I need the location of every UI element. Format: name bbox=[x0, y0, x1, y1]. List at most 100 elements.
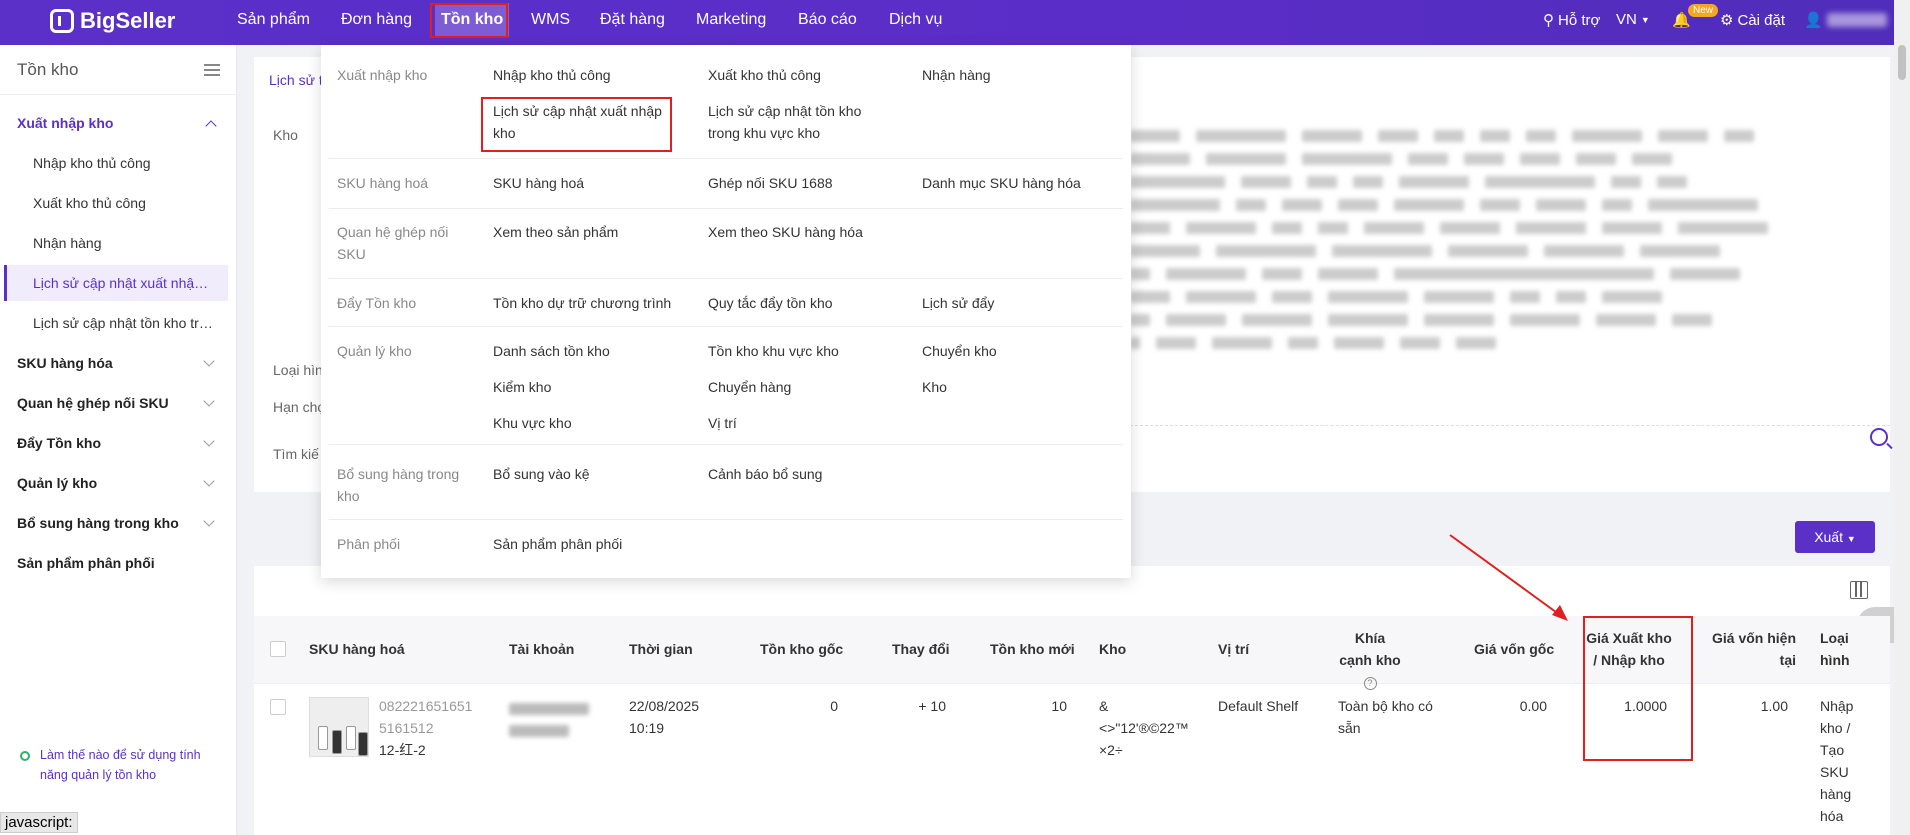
menu-ghep-noi-sku-1688[interactable]: Ghép nối SKU 1688 bbox=[708, 172, 833, 194]
row-cost-before: 0.00 bbox=[1519, 698, 1547, 714]
help-link[interactable]: ⚲ Hỗ trợ bbox=[1543, 11, 1600, 30]
tab-lich-su[interactable]: Lịch sử t bbox=[269, 72, 323, 88]
sidebar-item-xuat-kho-thu-cong[interactable]: Xuất kho thủ công bbox=[33, 195, 213, 211]
product-thumbnail[interactable] bbox=[309, 697, 369, 757]
nav-bao-cao[interactable]: Báo cáo bbox=[798, 0, 857, 45]
row-location: Default Shelf bbox=[1218, 698, 1299, 714]
menu-san-pham-phan-phoi[interactable]: Sản phẩm phân phối bbox=[493, 533, 622, 555]
row-time: 22/08/2025 10:19 bbox=[629, 698, 700, 736]
question-icon[interactable]: ? bbox=[1363, 676, 1377, 690]
col-ton-kho-goc[interactable]: Tồn kho gốc bbox=[760, 638, 843, 660]
new-badge: New bbox=[1688, 4, 1719, 17]
menu-ton-kho-khu-vuc-kho[interactable]: Tồn kho khu vực kho bbox=[708, 340, 839, 362]
menu-nhan-hang[interactable]: Nhận hàng bbox=[922, 64, 991, 86]
menu-khu-vuc-kho[interactable]: Khu vực kho bbox=[493, 412, 572, 434]
highlight-box-menu-item bbox=[481, 97, 672, 152]
settings-link[interactable]: ⚙ Cài đặt bbox=[1720, 11, 1785, 30]
user-menu[interactable]: 👤 bbox=[1804, 11, 1887, 29]
col-sku-hang-hoa[interactable]: SKU hàng hoá bbox=[309, 638, 405, 660]
annotation-arrow bbox=[1449, 534, 1568, 621]
bigseller-logo[interactable]: BigSeller bbox=[50, 8, 175, 34]
sidebar-group-bo-sung-hang[interactable]: Bổ sung hàng trong kho bbox=[17, 515, 179, 531]
filter-divider bbox=[1130, 425, 1890, 426]
row-cost-now: 1.00 bbox=[1760, 698, 1788, 714]
sidebar-group-quan-ly-kho[interactable]: Quản lý kho bbox=[17, 475, 97, 491]
menu-xem-theo-san-pham[interactable]: Xem theo sản phẩm bbox=[493, 221, 618, 243]
menu-chuyen-kho[interactable]: Chuyển kho bbox=[922, 340, 997, 362]
nav-wms[interactable]: WMS bbox=[531, 0, 570, 45]
menu-lich-su-ton-kho-khu-vuc[interactable]: Lịch sử cập nhật tồn kho trong khu vực k… bbox=[708, 100, 893, 144]
col-thay-doi[interactable]: Thay đổi bbox=[892, 638, 950, 660]
col-tai-khoan[interactable]: Tài khoản bbox=[509, 638, 574, 660]
menu-bo-sung-vao-ke[interactable]: Bổ sung vào kệ bbox=[493, 463, 590, 485]
menu-xuat-kho-thu-cong[interactable]: Xuất kho thủ công bbox=[708, 64, 821, 86]
nav-dat-hang[interactable]: Đặt hàng bbox=[600, 0, 665, 45]
menu-lich-su-day[interactable]: Lịch sử đẩy bbox=[922, 292, 994, 314]
export-button[interactable]: Xuất ▼ bbox=[1795, 521, 1875, 553]
nav-don-hang[interactable]: Đơn hàng bbox=[341, 0, 412, 45]
dropdown-category: Phân phối bbox=[337, 536, 401, 552]
menu-sku-hang-hoa[interactable]: SKU hàng hoá bbox=[493, 172, 584, 194]
sidebar-group-xuat-nhap-kho[interactable]: Xuất nhập kho bbox=[17, 115, 113, 131]
select-all-checkbox[interactable] bbox=[270, 641, 286, 657]
menu-vi-tri[interactable]: Vị trí bbox=[708, 412, 737, 434]
dropdown-category: Quản lý kho bbox=[337, 343, 412, 359]
dropdown-category: Đẩy Tồn kho bbox=[337, 295, 417, 311]
sidebar-header: Tồn kho bbox=[0, 45, 236, 95]
sidebar-item-lich-su-ton-kho[interactable]: Lịch sử cập nhật tồn kho trong khu vực k… bbox=[33, 315, 213, 331]
account-blurred bbox=[509, 699, 589, 743]
user-name-blurred bbox=[1826, 13, 1887, 27]
help-guide-link[interactable]: Làm thế nào để sử dụng tính năng quản lý… bbox=[20, 745, 220, 785]
col-ton-kho-moi[interactable]: Tồn kho mới bbox=[990, 638, 1075, 660]
ton-kho-dropdown-menu: Xuất nhập kho Nhập kho thủ công Xuất kho… bbox=[321, 45, 1131, 578]
col-gia-von-goc[interactable]: Giá vốn gốc bbox=[1474, 638, 1554, 660]
menu-danh-muc-sku[interactable]: Danh mục SKU hàng hóa bbox=[922, 172, 1081, 194]
row-checkbox[interactable] bbox=[270, 699, 286, 715]
menu-canh-bao-bo-sung[interactable]: Cảnh báo bổ sung bbox=[708, 463, 822, 485]
lightbulb-icon bbox=[20, 751, 30, 761]
row-type: Nhập kho / Tạo SKU hàng hóa bbox=[1820, 698, 1854, 824]
menu-ton-kho-du-tru[interactable]: Tồn kho dự trữ chương trình bbox=[493, 292, 671, 314]
dropdown-category: Quan hệ ghép nối SKU bbox=[337, 224, 449, 262]
dropdown-category: SKU hàng hoá bbox=[337, 175, 429, 191]
highlight-box-ton-kho bbox=[430, 3, 508, 38]
sidebar-group-sku-hang-hoa[interactable]: SKU hàng hóa bbox=[17, 355, 113, 371]
menu-nhap-kho-thu-cong[interactable]: Nhập kho thủ công bbox=[493, 64, 611, 86]
sidebar-item-lich-su-xuat-nhap[interactable]: Lịch sử cập nhật xuất nhập kho bbox=[33, 275, 213, 291]
menu-kho[interactable]: Kho bbox=[922, 376, 947, 398]
row-warehouse: & <>"12'®©22™ ×2÷ bbox=[1099, 698, 1189, 758]
nav-dich-vu[interactable]: Dịch vụ bbox=[889, 0, 942, 45]
sidebar-item-nhap-kho-thu-cong[interactable]: Nhập kho thủ công bbox=[33, 155, 213, 171]
nav-san-pham[interactable]: Sản phẩm bbox=[237, 0, 310, 45]
nav-marketing[interactable]: Marketing bbox=[696, 0, 766, 45]
filter-label-kho: Kho bbox=[273, 127, 298, 143]
column-settings-icon[interactable] bbox=[1850, 581, 1868, 599]
row-stock-after: 10 bbox=[1051, 698, 1067, 714]
col-gia-von-hien-tai[interactable]: Giá vốn hiện tại bbox=[1706, 627, 1796, 671]
row-dimension: Toàn bộ kho có sẵn bbox=[1338, 698, 1433, 736]
menu-quy-tac-day-ton-kho[interactable]: Quy tắc đẩy tồn kho bbox=[708, 292, 833, 314]
sidebar-item-nhan-hang[interactable]: Nhận hàng bbox=[33, 235, 213, 251]
col-kho[interactable]: Kho bbox=[1099, 638, 1126, 660]
menu-kiem-kho[interactable]: Kiểm kho bbox=[493, 376, 551, 398]
sidebar-group-day-ton-kho[interactable]: Đẩy Tồn kho bbox=[17, 435, 101, 451]
menu-xem-theo-sku[interactable]: Xem theo SKU hàng hóa bbox=[708, 221, 863, 243]
col-loai-hinh[interactable]: Loại hình bbox=[1820, 627, 1850, 671]
menu-danh-sach-ton-kho[interactable]: Danh sách tồn kho bbox=[493, 340, 610, 362]
row-stock-before: 0 bbox=[830, 698, 838, 714]
dropdown-category: Xuất nhập kho bbox=[337, 67, 428, 83]
collapse-menu-icon[interactable] bbox=[204, 64, 220, 76]
col-vi-tri[interactable]: Vị trí bbox=[1218, 638, 1249, 660]
menu-chuyen-hang[interactable]: Chuyển hàng bbox=[708, 376, 791, 398]
language-select[interactable]: VN ▼ bbox=[1616, 11, 1650, 28]
user-icon: 👤 bbox=[1804, 12, 1823, 29]
sidebar-group-san-pham-phan-phoi[interactable]: Sản phẩm phân phối bbox=[17, 555, 155, 571]
col-khia-canh-kho[interactable]: Khía cạnh kho ? bbox=[1337, 627, 1403, 693]
scrollbar-thumb[interactable] bbox=[1898, 45, 1906, 80]
sidebar-group-quan-he-ghep-noi[interactable]: Quan hệ ghép nối SKU bbox=[17, 395, 169, 411]
logo-icon bbox=[50, 9, 74, 33]
filter-label-loai-hinh: Loại hìn bbox=[273, 362, 323, 378]
col-thoi-gian[interactable]: Thời gian bbox=[629, 638, 693, 660]
page-scrollbar[interactable] bbox=[1894, 0, 1910, 835]
search-icon[interactable] bbox=[1870, 428, 1888, 446]
